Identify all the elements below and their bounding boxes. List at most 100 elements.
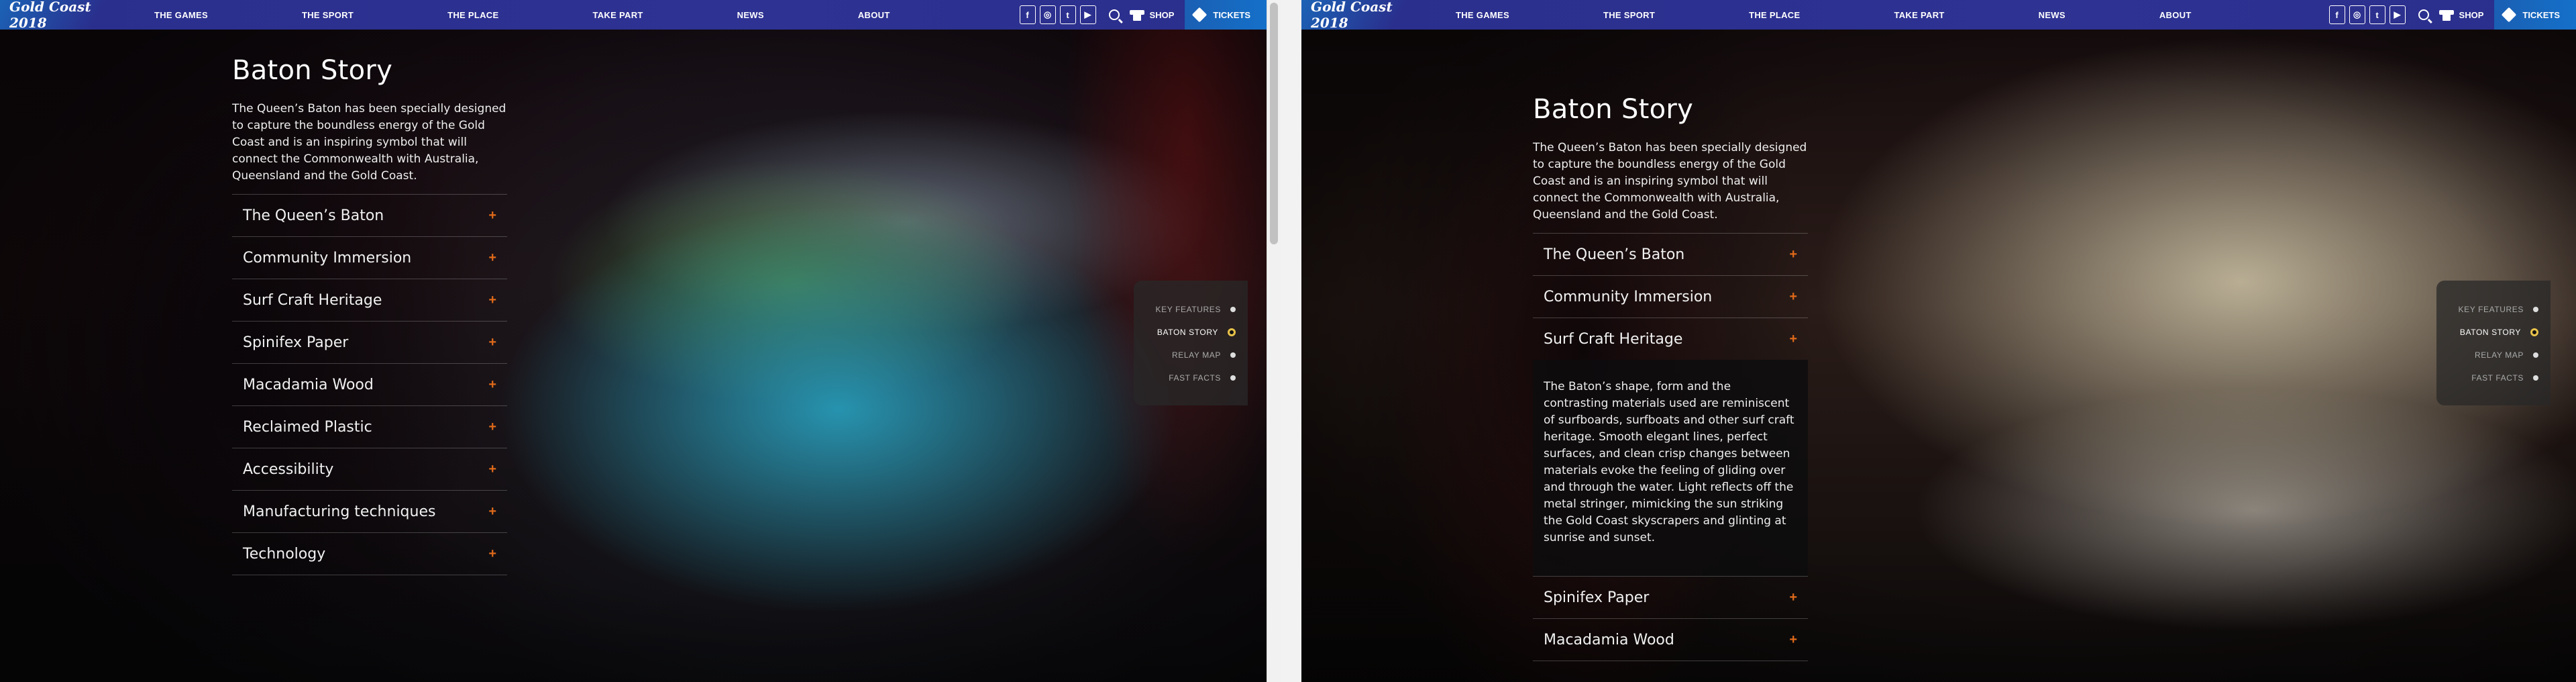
accordion-label: Surf Craft Heritage bbox=[1544, 330, 1683, 348]
baton-story-column: Baton Story The Queen’s Baton has been s… bbox=[1533, 94, 1808, 661]
instagram-icon[interactable]: ◎ bbox=[2349, 5, 2365, 24]
background-vignette bbox=[1301, 0, 2576, 682]
accordion-item-macadamia-wood[interactable]: Macadamia Wood + bbox=[1533, 619, 1808, 661]
top-nav-bar: Gold Coast 2018 THE GAMES THE SPORT THE … bbox=[0, 0, 1267, 31]
search-icon[interactable] bbox=[1106, 0, 1123, 30]
nav-the-place[interactable]: THE PLACE bbox=[1749, 10, 1800, 20]
tickets-label: TICKETS bbox=[1213, 9, 1250, 20]
nav-about[interactable]: ABOUT bbox=[2159, 10, 2192, 20]
nav-dot-icon bbox=[2533, 375, 2538, 381]
shop-label: SHOP bbox=[1149, 9, 1175, 20]
accordion-item-accessibility[interactable]: Accessibility + bbox=[232, 448, 507, 491]
tshirt-icon bbox=[1129, 9, 1144, 21]
shop-button[interactable]: SHOP bbox=[2438, 0, 2495, 30]
accordion-item-technology[interactable]: Technology + bbox=[232, 533, 507, 575]
section-nav-baton-story[interactable]: BATON STORY bbox=[1134, 321, 1248, 344]
plus-icon: + bbox=[488, 377, 496, 392]
gold-coast-logo[interactable]: Gold Coast 2018 bbox=[0, 0, 127, 31]
accordion-item-spinifex-paper[interactable]: Spinifex Paper + bbox=[232, 322, 507, 364]
accordion-label: The Queen’s Baton bbox=[243, 207, 384, 224]
section-nav-key-features[interactable]: KEY FEATURES bbox=[2436, 298, 2551, 321]
nav-the-place[interactable]: THE PLACE bbox=[447, 10, 498, 20]
nav-the-sport[interactable]: THE SPORT bbox=[302, 10, 354, 20]
accordion-label: Manufacturing techniques bbox=[243, 503, 436, 520]
plus-icon: + bbox=[1789, 632, 1797, 647]
search-icon[interactable] bbox=[2415, 0, 2432, 30]
accordion-label: The Queen’s Baton bbox=[1544, 246, 1685, 263]
nav-news[interactable]: NEWS bbox=[737, 10, 764, 20]
nav-dot-icon bbox=[2533, 307, 2538, 312]
ticket-tag-icon bbox=[2502, 7, 2517, 23]
nav-about[interactable]: ABOUT bbox=[858, 10, 890, 20]
ticket-tag-icon bbox=[1192, 7, 1208, 23]
accordion-item-queens-baton[interactable]: The Queen’s Baton + bbox=[1533, 233, 1808, 276]
section-nav-relay-map[interactable]: RELAY MAP bbox=[1134, 344, 1248, 367]
twitter-icon[interactable]: t bbox=[2369, 5, 2385, 24]
nav-dot-icon bbox=[1230, 352, 1236, 358]
plus-icon: + bbox=[488, 419, 496, 434]
accordion-item-queens-baton[interactable]: The Queen’s Baton + bbox=[232, 194, 507, 237]
gold-coast-logo[interactable]: Gold Coast 2018 bbox=[1301, 0, 1429, 31]
nav-the-sport[interactable]: THE SPORT bbox=[1603, 10, 1655, 20]
accordion-item-surf-craft-heritage[interactable]: Surf Craft Heritage + bbox=[1533, 318, 1808, 360]
section-nav-fast-facts[interactable]: FAST FACTS bbox=[1134, 367, 1248, 389]
section-nav-label: KEY FEATURES bbox=[2458, 305, 2524, 314]
nav-news[interactable]: NEWS bbox=[2039, 10, 2065, 20]
instagram-icon[interactable]: ◎ bbox=[1039, 5, 1056, 24]
section-nav-baton-story[interactable]: BATON STORY bbox=[2436, 321, 2551, 344]
right-browser-panel: Gold Coast 2018 THE GAMES THE SPORT THE … bbox=[1301, 0, 2576, 682]
tickets-button[interactable]: TICKETS bbox=[1185, 0, 1267, 30]
left-browser-panel: Gold Coast 2018 THE GAMES THE SPORT THE … bbox=[0, 0, 1267, 682]
section-nav-relay-map[interactable]: RELAY MAP bbox=[2436, 344, 2551, 367]
youtube-icon[interactable]: ▶ bbox=[1079, 5, 1096, 24]
section-nav-label: KEY FEATURES bbox=[1155, 305, 1221, 314]
nav-dot-active-icon bbox=[2530, 328, 2538, 336]
section-nav-key-features[interactable]: KEY FEATURES bbox=[1134, 298, 1248, 321]
left-scrollbar[interactable] bbox=[1267, 0, 1282, 682]
section-nav-label: BATON STORY bbox=[1157, 328, 1218, 337]
background-vignette bbox=[0, 0, 1267, 682]
section-nav-label: RELAY MAP bbox=[1172, 350, 1221, 360]
nav-take-part[interactable]: TAKE PART bbox=[1894, 10, 1944, 20]
tshirt-icon bbox=[2438, 9, 2454, 21]
accordion-item-surf-craft-heritage[interactable]: Surf Craft Heritage + bbox=[232, 279, 507, 322]
page-title: Baton Story bbox=[232, 55, 393, 86]
accordion-item-manufacturing[interactable]: Manufacturing techniques + bbox=[232, 491, 507, 533]
accordion-label: Community Immersion bbox=[243, 249, 412, 266]
accordion-label: Macadamia Wood bbox=[1544, 631, 1674, 648]
accordion-item-reclaimed-plastic[interactable]: Reclaimed Plastic + bbox=[232, 406, 507, 448]
plus-icon: + bbox=[488, 461, 496, 477]
plus-icon: + bbox=[1789, 331, 1797, 346]
nav-dot-icon bbox=[1230, 375, 1236, 381]
accordion-item-community-immersion[interactable]: Community Immersion + bbox=[232, 237, 507, 279]
shop-label: SHOP bbox=[2459, 9, 2484, 20]
intro-text: The Queen’s Baton has been specially des… bbox=[232, 102, 506, 183]
accordion-item-macadamia-wood[interactable]: Macadamia Wood + bbox=[232, 364, 507, 406]
youtube-icon[interactable]: ▶ bbox=[2389, 5, 2406, 24]
plus-icon: + bbox=[488, 503, 496, 519]
panel-divider bbox=[1281, 0, 1301, 682]
accordion-label: Spinifex Paper bbox=[1544, 589, 1650, 606]
main-nav: THE GAMES THE SPORT THE PLACE TAKE PART … bbox=[154, 10, 984, 20]
tickets-button[interactable]: TICKETS bbox=[2494, 0, 2576, 30]
section-nav-label: FAST FACTS bbox=[2471, 373, 2524, 383]
facebook-icon[interactable]: f bbox=[1019, 5, 1036, 24]
nav-the-games[interactable]: THE GAMES bbox=[154, 10, 208, 20]
accordion-panel-text: The Baton’s shape, form and the contrast… bbox=[1544, 380, 1794, 544]
nav-take-part[interactable]: TAKE PART bbox=[592, 10, 643, 20]
plus-icon: + bbox=[488, 292, 496, 307]
nav-dot-active-icon bbox=[1228, 328, 1236, 336]
scrollbar-thumb[interactable] bbox=[1270, 3, 1278, 244]
section-nav-label: BATON STORY bbox=[2459, 328, 2521, 337]
plus-icon: + bbox=[488, 546, 496, 561]
shop-button[interactable]: SHOP bbox=[1129, 0, 1185, 30]
nav-the-games[interactable]: THE GAMES bbox=[1456, 10, 1509, 20]
facebook-icon[interactable]: f bbox=[2328, 5, 2345, 24]
accordion-item-community-immersion[interactable]: Community Immersion + bbox=[1533, 276, 1808, 318]
section-nav-fast-facts[interactable]: FAST FACTS bbox=[2436, 367, 2551, 389]
accordion-label: Community Immersion bbox=[1544, 288, 1713, 305]
twitter-icon[interactable]: t bbox=[1059, 5, 1076, 24]
accordion-item-spinifex-paper[interactable]: Spinifex Paper + bbox=[1533, 577, 1808, 619]
nav-dot-icon bbox=[2533, 352, 2538, 358]
plus-icon: + bbox=[1789, 246, 1797, 262]
